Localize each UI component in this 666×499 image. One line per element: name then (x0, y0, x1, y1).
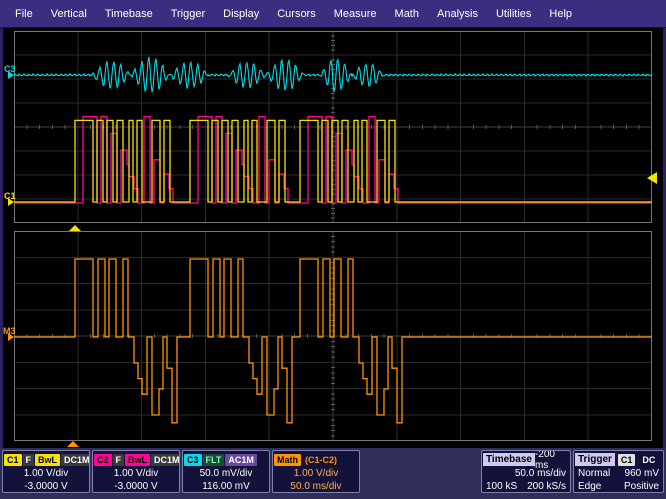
c1-descriptor-badge-f: F (23, 454, 35, 466)
math-position-marker[interactable] (67, 441, 79, 447)
timebase-descriptor-row-0-value: 50.0 ms/div (515, 467, 566, 480)
c1-descriptor-badge-dc1m: DC1M (61, 454, 90, 466)
c3-descriptor-badge-flt: FLT (203, 454, 225, 466)
timebase-descriptor[interactable]: Timebase-200 ms50.0 ms/div100 kS 200 kS/s (481, 450, 571, 493)
math-descriptor-value-1: 50.0 ms/div (273, 480, 359, 493)
c1-descriptor-header: C1FBwLDC1M (3, 451, 89, 467)
timebase-descriptor-row-1-value: 200 kS/s (527, 480, 566, 493)
c1-descriptor-value-1: -3.0000 V (3, 480, 89, 493)
c3-descriptor-badge-c3: C3 (184, 454, 202, 466)
left-frame (0, 28, 3, 448)
c2-descriptor[interactable]: C2FBwLDC1M1.00 V/div-3.0000 V (92, 450, 180, 493)
c2-descriptor-header: C2FBwLDC1M (93, 451, 179, 467)
menu-item-file[interactable]: File (6, 0, 42, 28)
math-descriptor-badge-math: Math (274, 454, 301, 466)
menu-item-trigger[interactable]: Trigger (162, 0, 214, 28)
menu-item-cursors[interactable]: Cursors (268, 0, 325, 28)
c2-descriptor-badge-f: F (113, 454, 125, 466)
menu-item-measure[interactable]: Measure (325, 0, 386, 28)
c2-descriptor-value-1: -3.0000 V (93, 480, 179, 493)
trigger-descriptor-title: Trigger (575, 453, 615, 466)
math-descriptor[interactable]: Math(C1-C2)1.00 V/div50.0 ms/div (272, 450, 360, 493)
c2-descriptor-badge-dc1m: DC1M (151, 454, 180, 466)
c2-descriptor-badge-c2: C2 (94, 454, 112, 466)
trigger-descriptor-badge-dc: DC (639, 454, 658, 466)
c3-descriptor-badge-ac1m: AC1M (225, 454, 257, 466)
math-descriptor-value-0: 1.00 V/div (273, 467, 359, 480)
lower-graticule (14, 231, 652, 441)
c3-descriptor-value-0: 50.0 mV/div (183, 467, 269, 480)
menu-item-utilities[interactable]: Utilities (487, 0, 540, 28)
trigger-descriptor-row-0-label: Normal (578, 467, 610, 480)
timebase-descriptor-row-1-label: 100 kS (486, 480, 517, 493)
c2-descriptor-badge-bwl: BwL (125, 454, 150, 466)
c1-descriptor[interactable]: C1FBwLDC1M1.00 V/div-3.0000 V (2, 450, 90, 493)
trigger-descriptor-header: TriggerC1DC (574, 451, 663, 467)
trigger-time-marker[interactable] (69, 225, 81, 231)
upper-graticule (14, 31, 652, 223)
c3-descriptor-header: C3FLTAC1M (183, 451, 269, 467)
timebase-descriptor-row-0: 50.0 ms/div (482, 467, 570, 480)
trigger-descriptor-row-0-value: 960 mV (625, 467, 659, 480)
c3-descriptor-value-1: 116.00 mV (183, 480, 269, 493)
trigger-descriptor-row-1-value: Positive (624, 480, 659, 493)
timebase-descriptor-row-1: 100 kS 200 kS/s (482, 480, 570, 493)
trigger-descriptor-row-0: Normal 960 mV (574, 467, 663, 480)
c2-descriptor-value-0: 1.00 V/div (93, 467, 179, 480)
menu-item-math[interactable]: Math (386, 0, 428, 28)
menu-item-timebase[interactable]: Timebase (96, 0, 162, 28)
oscilloscope-screen: FileVerticalTimebaseTriggerDisplayCursor… (0, 0, 666, 499)
c3-descriptor[interactable]: C3FLTAC1M50.0 mV/div116.00 mV (182, 450, 270, 493)
menu-bar: FileVerticalTimebaseTriggerDisplayCursor… (0, 0, 666, 28)
c1-descriptor-badge-bwl: BwL (35, 454, 60, 466)
timebase-descriptor-title: Timebase (483, 453, 535, 466)
waveform-area: C3C1M3 (0, 28, 666, 448)
trigger-descriptor-badge-c1: C1 (618, 454, 636, 466)
status-bar: C1FBwLDC1M1.00 V/div-3.0000 VC2FBwLDC1M1… (0, 448, 666, 499)
trigger-descriptor-row-1: Edge Positive (574, 480, 663, 493)
trigger-descriptor[interactable]: TriggerC1DCNormal960 mVEdgePositive (573, 450, 664, 493)
math-descriptor-badge-c1c2: (C1-C2) (302, 454, 340, 466)
math-descriptor-header: Math(C1-C2) (273, 451, 359, 467)
scope-display: C3C1M3 (0, 28, 666, 448)
menu-item-analysis[interactable]: Analysis (428, 0, 487, 28)
timebase-descriptor-header: Timebase-200 ms (482, 451, 570, 467)
c1-descriptor-value-0: 1.00 V/div (3, 467, 89, 480)
menu-item-vertical[interactable]: Vertical (42, 0, 96, 28)
c1-descriptor-badge-c1: C1 (4, 454, 22, 466)
menu-item-help[interactable]: Help (540, 0, 581, 28)
menu-item-display[interactable]: Display (214, 0, 268, 28)
trigger-descriptor-row-1-label: Edge (578, 480, 601, 493)
